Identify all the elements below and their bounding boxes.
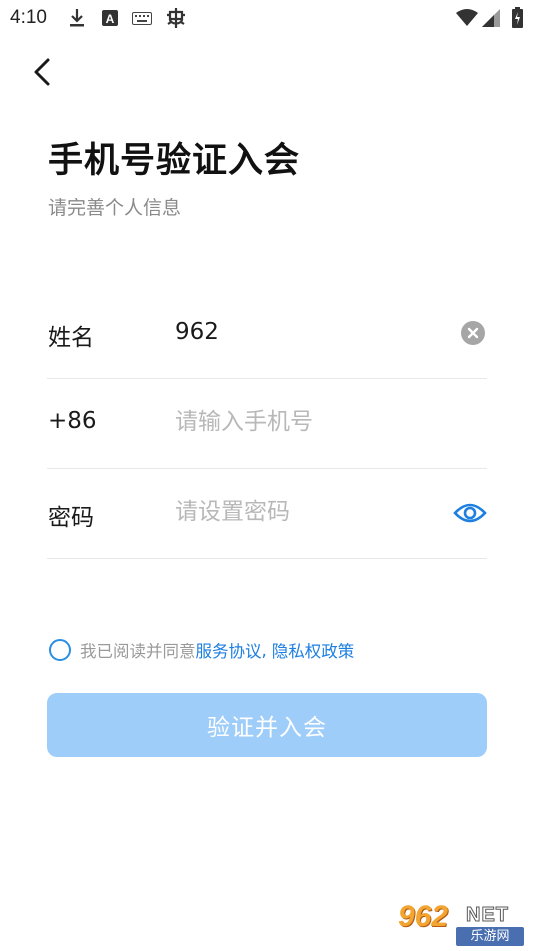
site-watermark: 962 NET 乐游网 <box>394 900 530 947</box>
verify-join-button[interactable]: 验证并入会 <box>47 693 487 757</box>
wifi-icon <box>456 9 478 26</box>
battery-icon <box>512 7 523 28</box>
keyboard-icon <box>132 12 152 25</box>
watermark-number: 962 <box>398 900 449 933</box>
eye-icon[interactable] <box>453 499 487 527</box>
download-icon <box>69 8 85 28</box>
page-title: 手机号验证入会 <box>48 141 301 181</box>
agreement-prefix: 我已阅读并同意 <box>80 642 196 661</box>
service-agreement-link[interactable]: 服务协议 <box>196 638 262 662</box>
a-notification-icon: A <box>102 10 118 26</box>
name-input[interactable] <box>175 309 445 355</box>
privacy-policy-link[interactable]: 隐私权政策 <box>272 638 355 662</box>
svg-text:A: A <box>106 12 115 26</box>
page-subtitle: 请完善个人信息 <box>48 197 182 219</box>
status-time: 4:10 <box>10 7 47 28</box>
clear-icon[interactable] <box>460 320 486 346</box>
phone-input[interactable] <box>175 399 445 445</box>
watermark-net: NET <box>466 904 509 927</box>
status-bar: 4:10 A <box>0 0 534 38</box>
chevron-left-icon <box>34 58 50 86</box>
name-label: 姓名 <box>48 325 94 351</box>
agreement-separator: , <box>261 640 267 660</box>
agreement: 我已阅读并同意 服务协议 , 隐私权政策 <box>49 638 354 662</box>
password-row: 密码 <box>47 469 487 559</box>
back-button[interactable] <box>24 52 64 92</box>
name-row: 姓名 <box>47 289 487 379</box>
password-label: 密码 <box>48 505 94 531</box>
bug-icon <box>164 6 188 30</box>
phone-row: +86 <box>47 379 487 469</box>
country-code-label: +86 <box>48 408 97 434</box>
password-input[interactable] <box>175 489 445 535</box>
agreement-checkbox[interactable] <box>49 639 71 661</box>
signal-icon <box>482 9 500 27</box>
watermark-chinese: 乐游网 <box>456 927 524 946</box>
